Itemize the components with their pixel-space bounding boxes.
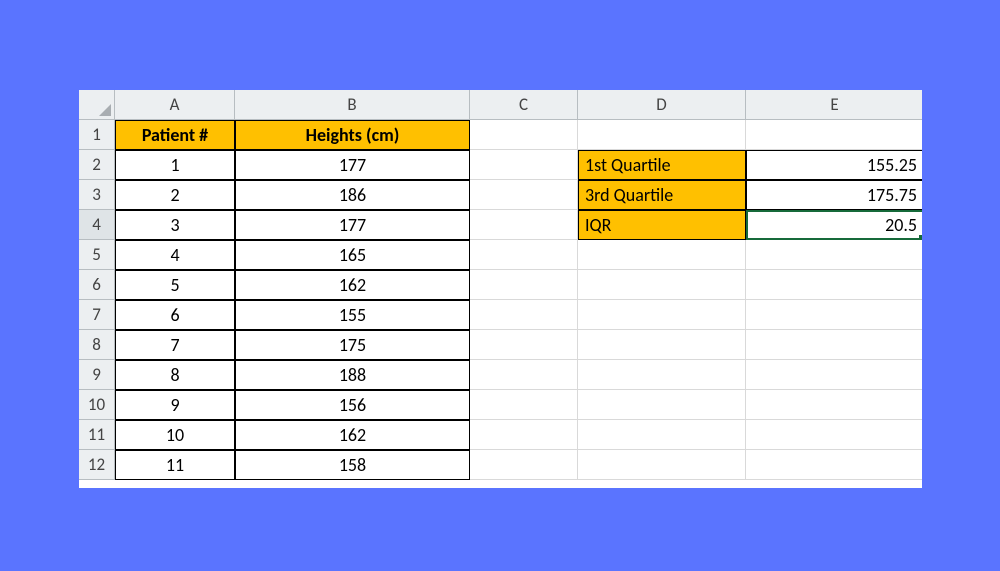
cell-E6[interactable] — [746, 270, 922, 300]
cell-C12[interactable] — [470, 450, 578, 480]
cell-A3[interactable]: 2 — [115, 180, 235, 210]
select-all-corner[interactable] — [79, 90, 115, 120]
cell-B7[interactable]: 155 — [235, 300, 470, 330]
cell-D9[interactable] — [578, 360, 746, 390]
cell-B1[interactable]: Heights (cm) — [235, 120, 470, 150]
cell-C1[interactable] — [470, 120, 578, 150]
cell-E5[interactable] — [746, 240, 922, 270]
cell-B8[interactable]: 175 — [235, 330, 470, 360]
cell-D2[interactable]: 1st Quartile — [578, 150, 746, 180]
cell-D1[interactable] — [578, 120, 746, 150]
cell-D4[interactable]: IQR — [578, 210, 746, 240]
cell-E1[interactable] — [746, 120, 922, 150]
cell-D8[interactable] — [578, 330, 746, 360]
cell-A6[interactable]: 5 — [115, 270, 235, 300]
row-header-10[interactable]: 10 — [79, 390, 115, 420]
cell-E8[interactable] — [746, 330, 922, 360]
cell-E4[interactable]: 20.5 — [746, 210, 922, 240]
cell-C8[interactable] — [470, 330, 578, 360]
cell-B4[interactable]: 177 — [235, 210, 470, 240]
cell-A12[interactable]: 11 — [115, 450, 235, 480]
cell-D10[interactable] — [578, 390, 746, 420]
row-header-3[interactable]: 3 — [79, 180, 115, 210]
col-header-C[interactable]: C — [470, 90, 578, 120]
cell-B9[interactable]: 188 — [235, 360, 470, 390]
cell-D5[interactable] — [578, 240, 746, 270]
cell-A8[interactable]: 7 — [115, 330, 235, 360]
cell-C11[interactable] — [470, 420, 578, 450]
row-header-11[interactable]: 11 — [79, 420, 115, 450]
row-header-6[interactable]: 6 — [79, 270, 115, 300]
cell-D11[interactable] — [578, 420, 746, 450]
row-header-12[interactable]: 12 — [79, 450, 115, 480]
col-header-B[interactable]: B — [235, 90, 470, 120]
row-header-9[interactable]: 9 — [79, 360, 115, 390]
col-header-A[interactable]: A — [115, 90, 235, 120]
cell-C5[interactable] — [470, 240, 578, 270]
row-header-5[interactable]: 5 — [79, 240, 115, 270]
row-header-7[interactable]: 7 — [79, 300, 115, 330]
cell-C2[interactable] — [470, 150, 578, 180]
cell-E9[interactable] — [746, 360, 922, 390]
cell-A7[interactable]: 6 — [115, 300, 235, 330]
cell-A11[interactable]: 10 — [115, 420, 235, 450]
row-header-1[interactable]: 1 — [79, 120, 115, 150]
spreadsheet-grid[interactable]: A B C D E 1 Patient # Heights (cm) 2 1 1… — [79, 90, 922, 480]
cell-B11[interactable]: 162 — [235, 420, 470, 450]
cell-D7[interactable] — [578, 300, 746, 330]
cell-B6[interactable]: 162 — [235, 270, 470, 300]
row-header-4[interactable]: 4 — [79, 210, 115, 240]
spreadsheet-window: A B C D E 1 Patient # Heights (cm) 2 1 1… — [79, 90, 922, 488]
cell-E2[interactable]: 155.25 — [746, 150, 922, 180]
cell-E3[interactable]: 175.75 — [746, 180, 922, 210]
cell-B5[interactable]: 165 — [235, 240, 470, 270]
cell-A10[interactable]: 9 — [115, 390, 235, 420]
cell-B2[interactable]: 177 — [235, 150, 470, 180]
cell-C9[interactable] — [470, 360, 578, 390]
row-header-8[interactable]: 8 — [79, 330, 115, 360]
cell-E11[interactable] — [746, 420, 922, 450]
cell-C3[interactable] — [470, 180, 578, 210]
cell-A9[interactable]: 8 — [115, 360, 235, 390]
col-header-D[interactable]: D — [578, 90, 746, 120]
cell-A1[interactable]: Patient # — [115, 120, 235, 150]
cell-C4[interactable] — [470, 210, 578, 240]
cell-C10[interactable] — [470, 390, 578, 420]
cell-E4-value: 20.5 — [885, 214, 917, 236]
cell-A2[interactable]: 1 — [115, 150, 235, 180]
cell-A5[interactable]: 4 — [115, 240, 235, 270]
cell-B3[interactable]: 186 — [235, 180, 470, 210]
cell-C6[interactable] — [470, 270, 578, 300]
cell-D6[interactable] — [578, 270, 746, 300]
col-header-E[interactable]: E — [746, 90, 922, 120]
cell-A4[interactable]: 3 — [115, 210, 235, 240]
cell-D3[interactable]: 3rd Quartile — [578, 180, 746, 210]
cell-C7[interactable] — [470, 300, 578, 330]
cell-E12[interactable] — [746, 450, 922, 480]
cell-B10[interactable]: 156 — [235, 390, 470, 420]
cell-B12[interactable]: 158 — [235, 450, 470, 480]
cell-E10[interactable] — [746, 390, 922, 420]
cell-D12[interactable] — [578, 450, 746, 480]
cell-E7[interactable] — [746, 300, 922, 330]
row-header-2[interactable]: 2 — [79, 150, 115, 180]
